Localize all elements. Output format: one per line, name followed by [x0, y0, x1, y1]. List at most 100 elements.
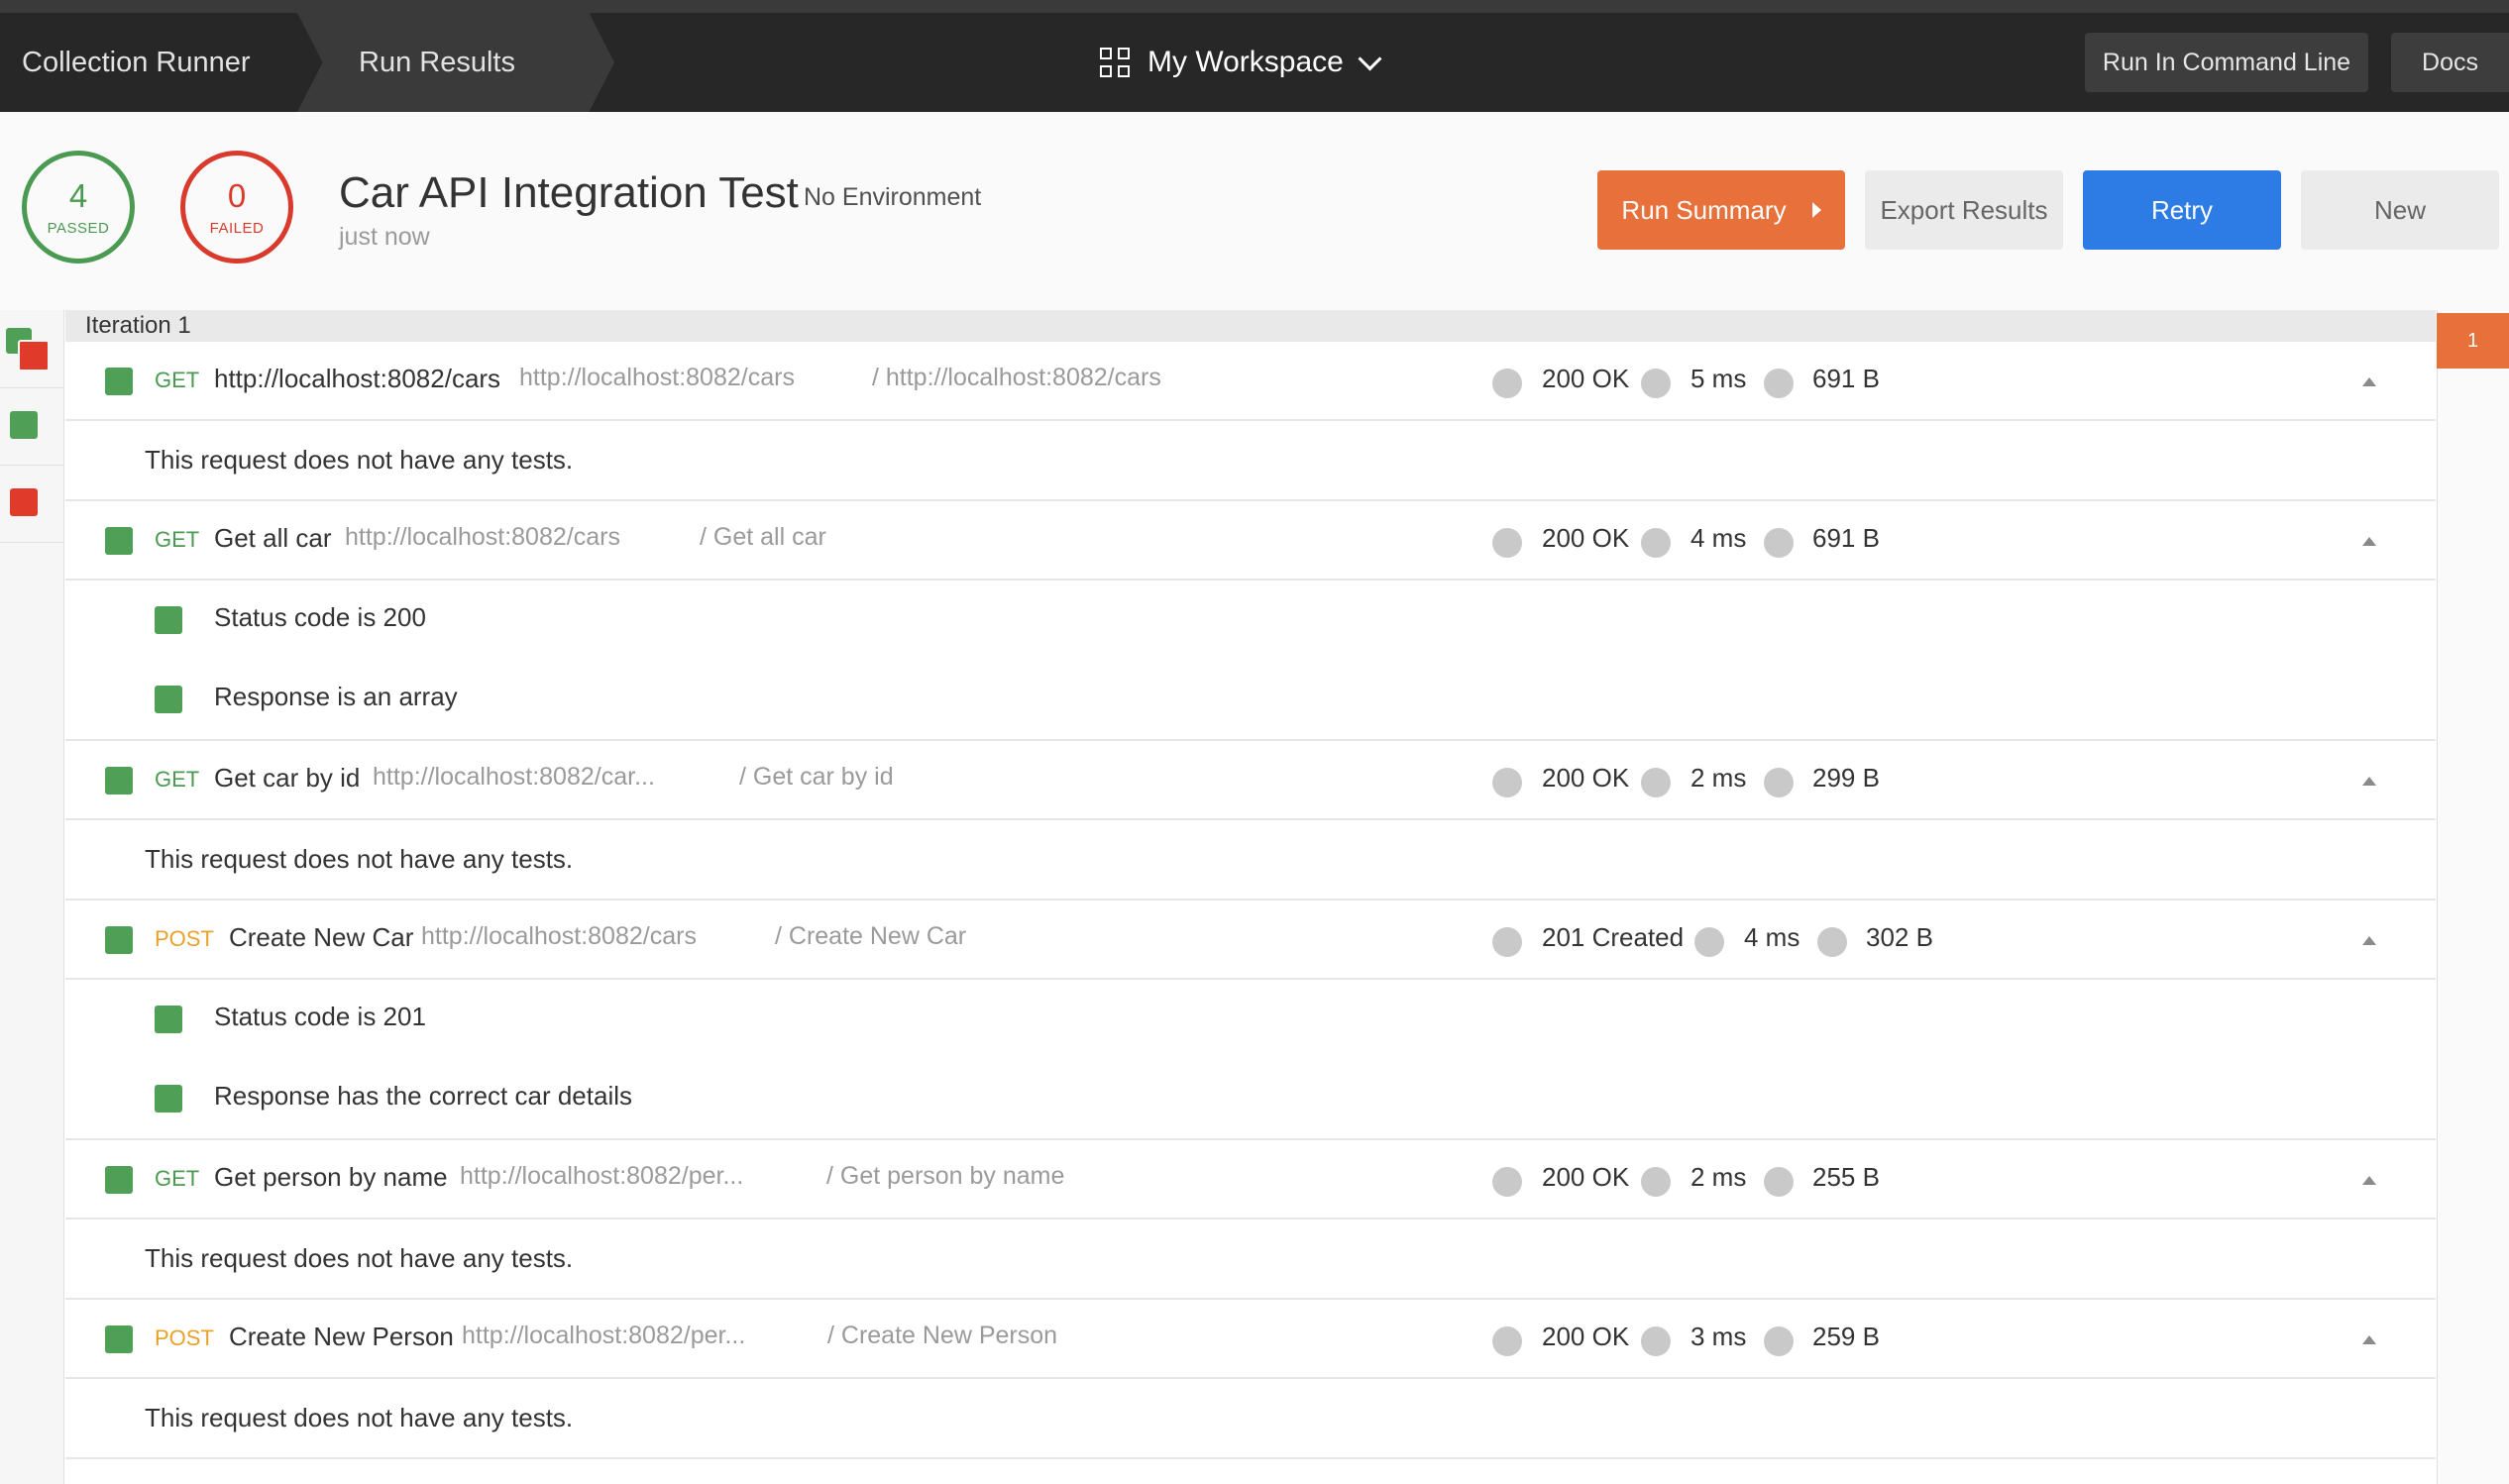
request-url: http://localhost:8082/cars [519, 364, 795, 391]
pass-icon [105, 767, 133, 795]
export-results-button[interactable]: Export Results [1865, 170, 2063, 250]
request-row[interactable]: POST Create New Car http://localhost:808… [65, 901, 2436, 980]
request-method: GET [155, 527, 200, 552]
failed-label: FAILED [209, 219, 265, 237]
failed-counter: 0 FAILED [180, 151, 293, 264]
no-tests-note: This request does not have any tests. [65, 820, 2436, 901]
pass-icon [155, 1085, 182, 1113]
test-result-item: Response has the correct car details [65, 1059, 2436, 1138]
workspace-label: My Workspace [1147, 46, 1344, 78]
test-name: Response is an array [214, 682, 458, 711]
size-dot [1764, 1326, 1794, 1356]
workspace-switcher[interactable]: My Workspace [1100, 13, 1382, 112]
response-time: 3 ms [1691, 1322, 1747, 1351]
collapse-icon[interactable] [2362, 377, 2376, 386]
run-summary-button[interactable]: Run Summary [1597, 170, 1845, 250]
request-name: Create New Person [229, 1322, 454, 1351]
request-name: Get all car [214, 523, 332, 553]
size-dot [1764, 768, 1794, 797]
response-time: 5 ms [1691, 364, 1747, 393]
request-method: GET [155, 1166, 200, 1191]
run-in-command-line-button[interactable]: Run In Command Line [2085, 33, 2368, 92]
filter-passed[interactable] [0, 387, 63, 466]
status-dot [1492, 927, 1522, 957]
collapse-icon[interactable] [2362, 537, 2376, 546]
window-strip [0, 0, 2509, 13]
chevron-down-icon [1358, 46, 1382, 71]
request-name: Get person by name [214, 1162, 448, 1192]
retry-button[interactable]: Retry [2083, 170, 2281, 250]
no-tests-note: This request does not have any tests. [65, 1379, 2436, 1459]
request-row[interactable]: GET Get person by name http://localhost:… [65, 1140, 2436, 1219]
request-path: / Get car by id [739, 763, 894, 791]
pass-icon [105, 368, 133, 395]
breadcrumb-collection-runner[interactable]: Collection Runner [0, 13, 297, 112]
request-url: http://localhost:8082/car... [373, 763, 655, 791]
filter-failed[interactable] [0, 465, 63, 543]
request-url: http://localhost:8082/per... [460, 1162, 744, 1190]
passed-counter: 4 PASSED [22, 151, 135, 264]
test-result-item: Response is an array [65, 660, 2436, 739]
iteration-badge[interactable]: 1 [2437, 313, 2509, 369]
status-dot [1492, 1326, 1522, 1356]
collapse-icon[interactable] [2362, 777, 2376, 786]
no-tests-note: This request does not have any tests. [65, 421, 2436, 501]
passed-count: 4 [68, 176, 88, 214]
size-dot [1764, 369, 1794, 398]
pass-icon [155, 606, 182, 634]
request-name: Create New Car [229, 922, 414, 952]
response-time: 4 ms [1744, 922, 1800, 952]
top-bar: Collection Runner Run Results My Workspa… [0, 0, 2509, 112]
response-status: 201 Created [1542, 922, 1685, 952]
request-row[interactable]: GET http://localhost:8082/cars http://lo… [65, 342, 2436, 421]
request-name: http://localhost:8082/cars [214, 364, 501, 393]
pass-icon [10, 411, 38, 439]
time-dot [1694, 927, 1724, 957]
environment-label: No Environment [804, 183, 982, 211]
no-tests-note: This request does not have any tests. [65, 1219, 2436, 1300]
run-title: Car API Integration Test [339, 168, 799, 217]
filter-all[interactable] [0, 310, 63, 388]
play-icon [1811, 202, 1821, 218]
docs-button[interactable]: Docs [2391, 33, 2509, 92]
request-name: Get car by id [214, 763, 361, 793]
iteration-header: Iteration 1 [65, 310, 2436, 342]
status-dot [1492, 768, 1522, 797]
result-filter-bar [0, 310, 64, 1484]
time-dot [1641, 768, 1671, 797]
time-dot [1641, 1167, 1671, 1197]
collapse-icon[interactable] [2362, 1176, 2376, 1185]
status-dot [1492, 1167, 1522, 1197]
grid-icon [1100, 48, 1130, 77]
test-result-item: Status code is 200 [65, 581, 2436, 660]
new-button[interactable]: New [2301, 170, 2499, 250]
collapse-icon[interactable] [2362, 936, 2376, 945]
response-size: 302 B [1866, 922, 1933, 952]
fail-icon [10, 488, 38, 516]
response-status: 200 OK [1542, 364, 1630, 393]
test-name: Response has the correct car details [214, 1081, 632, 1111]
request-path: / Create New Car [775, 922, 967, 950]
request-row[interactable]: GET Get car by id http://localhost:8082/… [65, 741, 2436, 820]
response-size: 255 B [1812, 1162, 1880, 1192]
test-name: Status code is 200 [214, 602, 426, 632]
test-results: Status code is 200 Response is an array [65, 581, 2436, 741]
request-row[interactable]: GET Get all car http://localhost:8082/ca… [65, 501, 2436, 581]
test-results: Status code is 201 Response has the corr… [65, 980, 2436, 1140]
size-dot [1764, 1167, 1794, 1197]
request-method: POST [155, 1325, 214, 1350]
request-path: / Get person by name [826, 1162, 1065, 1190]
pass-icon [105, 1325, 133, 1353]
iteration-rail [2437, 310, 2509, 1484]
request-row[interactable]: POST Create New Person http://localhost:… [65, 1300, 2436, 1379]
response-size: 259 B [1812, 1322, 1880, 1351]
request-path: / Create New Person [827, 1322, 1058, 1349]
pass-icon [155, 1006, 182, 1033]
response-size: 691 B [1812, 364, 1880, 393]
breadcrumb-run-results[interactable]: Run Results [297, 13, 614, 112]
response-status: 200 OK [1542, 1162, 1630, 1192]
response-status: 200 OK [1542, 763, 1630, 793]
response-time: 2 ms [1691, 763, 1747, 793]
request-method: GET [155, 368, 200, 392]
collapse-icon[interactable] [2362, 1335, 2376, 1344]
